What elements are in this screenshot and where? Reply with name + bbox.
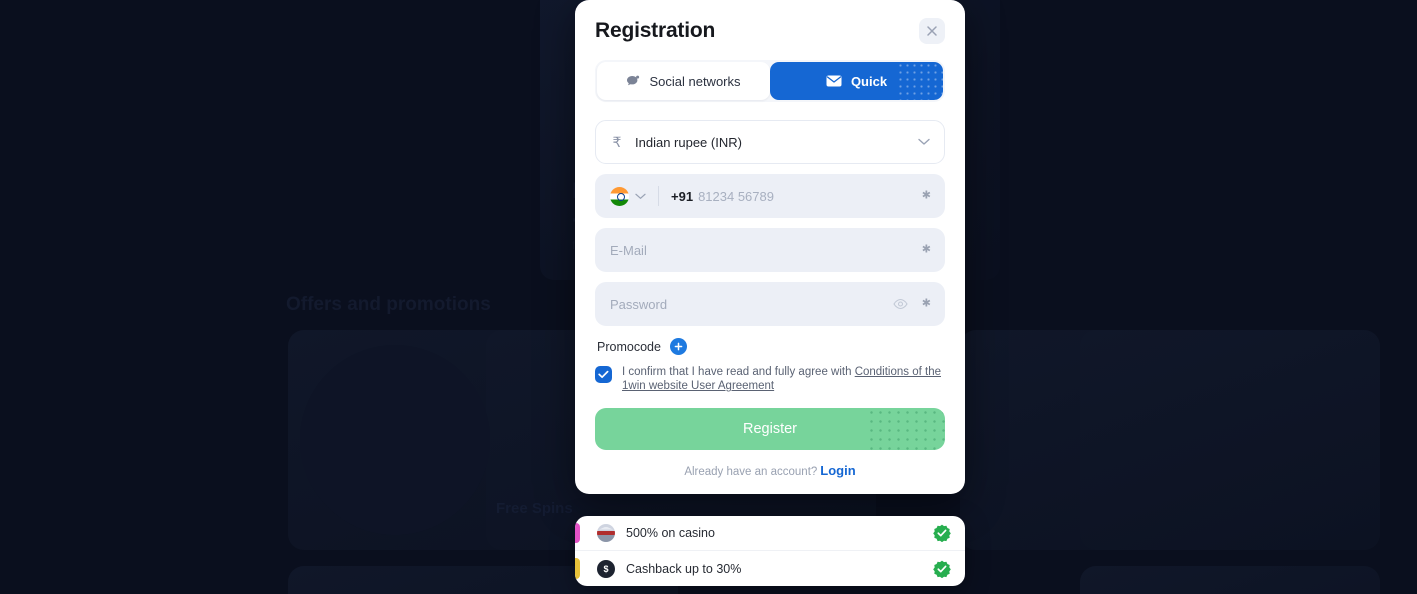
currency-select[interactable]: ₹ Indian rupee (INR) [595,120,945,164]
close-button[interactable] [919,18,945,44]
close-icon [926,25,938,37]
chevron-down-icon [918,138,930,146]
promocode-add-button[interactable] [669,338,687,355]
agreement-row: I confirm that I have read and fully agr… [595,365,945,394]
bonus-list-item-cashback[interactable]: $ Cashback up to 30% [575,551,965,586]
tab-quick-label: Quick [850,73,888,89]
promocode-row: Promocode [597,338,945,355]
bonus-list: 500% on casino $ Cashback up to 30% [575,516,965,586]
email-field[interactable]: E-Mail ✱ [595,228,945,272]
agreement-checkbox[interactable] [595,366,612,383]
agreement-text-static: I confirm that I have read and fully agr… [622,366,855,378]
background-promo-card-label: Free Spins [496,500,573,517]
verified-check-icon [933,524,951,542]
registration-modal: Registration Social networks Quick ₹ Ind… [575,0,965,494]
eye-icon[interactable] [893,298,908,310]
cashback-dollar-icon: $ [597,559,615,578]
required-marker: ✱ [921,297,931,310]
bonus-list-item-casino[interactable]: 500% on casino [575,516,965,551]
phone-placeholder: 81234 56789 [698,188,774,204]
background-promo-card [1080,330,1380,550]
login-prompt: Already have an account? Login [595,463,945,478]
phone-dial-code: +91 [671,188,694,204]
currency-select-value: Indian rupee (INR) [635,134,742,150]
password-field[interactable]: Password ✱ [595,282,945,326]
row-accent-bar [575,558,580,579]
login-prompt-text: Already have an account? [684,465,818,478]
bonus-item-label: Cashback up to 30% [626,561,742,576]
plus-icon [674,342,683,351]
password-placeholder: Password [610,296,668,312]
check-icon [598,366,609,384]
register-button-label: Register [743,420,797,437]
divider [658,186,659,206]
tab-social-networks-label: Social networks [649,73,741,89]
tab-social-networks[interactable]: Social networks [597,62,770,100]
register-button[interactable]: Register [595,407,945,450]
background-section-title: Offers and promotions [286,294,491,315]
promocode-label: Promocode [597,339,661,354]
country-chevron-down-icon[interactable] [635,193,646,200]
login-link[interactable]: Login [820,463,855,478]
email-placeholder: E-Mail [610,242,647,258]
background-promo-art [300,345,490,535]
india-flag-icon [610,186,629,206]
required-marker: ✱ [921,243,931,256]
tab-quick[interactable]: Quick [770,62,943,100]
background-promo-card [1080,566,1380,594]
bonus-item-label: 500% on casino [626,526,715,540]
verified-check-icon [933,560,951,578]
page-title: Registration [595,19,716,42]
phone-input[interactable]: +91 81234 56789 ✱ [595,174,945,218]
rupee-symbol-icon: ₹ [612,133,622,150]
registration-method-tabs: Social networks Quick [595,60,945,102]
envelope-icon [826,75,842,87]
required-marker: ✱ [921,189,931,202]
agreement-text: I confirm that I have read and fully agr… [622,365,945,394]
modal-header: Registration [595,18,945,44]
chat-bubble-icon [626,75,640,88]
row-accent-bar [575,523,580,543]
casino-slot-icon [597,524,615,542]
